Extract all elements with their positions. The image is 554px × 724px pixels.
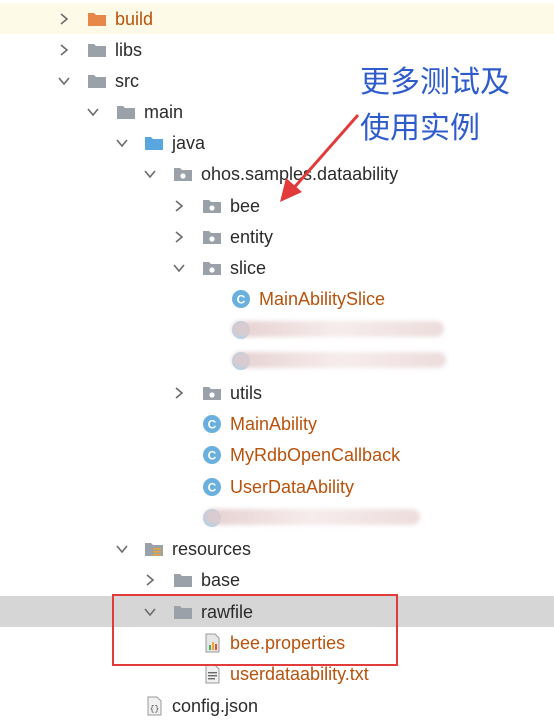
tree-row-main-ability-slice[interactable]: C MainAbilitySlice bbox=[0, 283, 554, 314]
chevron-right-icon[interactable] bbox=[57, 43, 71, 57]
tree-row-utils[interactable]: utils bbox=[0, 377, 554, 408]
json-file-icon: {} bbox=[144, 696, 164, 716]
chevron-right-icon[interactable] bbox=[143, 573, 157, 587]
tree-label: resources bbox=[172, 539, 252, 559]
tree-row-my-rdb-open-callback[interactable]: C MyRdbOpenCallback bbox=[0, 439, 554, 470]
tree-label: MyRdbOpenCallback bbox=[230, 445, 401, 465]
chevron-down-icon[interactable] bbox=[172, 261, 186, 275]
redacted-label bbox=[204, 509, 420, 525]
java-class-icon: C bbox=[202, 477, 222, 497]
svg-text:C: C bbox=[208, 449, 217, 463]
annotation-text: 更多测试及 使用实例 bbox=[360, 60, 550, 152]
tree-label: libs bbox=[115, 40, 143, 60]
tree-row-user-data-ability[interactable]: C UserDataAbility bbox=[0, 471, 554, 502]
tree-row-slice[interactable]: slice bbox=[0, 252, 554, 283]
tree-label: UserDataAbility bbox=[230, 477, 355, 497]
annotation-arrow bbox=[280, 114, 360, 202]
tree-row-config-json[interactable]: {} config.json bbox=[0, 690, 554, 721]
chevron-right-icon[interactable] bbox=[172, 230, 186, 244]
annotation-line: 使用实例 bbox=[360, 111, 480, 146]
package-icon bbox=[202, 383, 222, 403]
java-class-icon: C bbox=[231, 289, 251, 309]
java-class-icon: C bbox=[202, 414, 222, 434]
tree-label: src bbox=[115, 71, 139, 91]
chevron-right-icon[interactable] bbox=[172, 199, 186, 213]
tree-row-redacted[interactable] bbox=[0, 345, 554, 376]
chevron-right-icon[interactable] bbox=[57, 12, 71, 26]
folder-icon bbox=[116, 102, 136, 122]
tree-row-build[interactable]: build bbox=[0, 3, 554, 34]
svg-text:C: C bbox=[208, 418, 217, 432]
tree-label: base bbox=[201, 570, 241, 590]
highlight-box bbox=[112, 594, 398, 666]
package-icon bbox=[202, 227, 222, 247]
tree-label: userdataability.txt bbox=[230, 664, 369, 684]
svg-text:C: C bbox=[237, 293, 246, 307]
folder-source-icon bbox=[144, 133, 164, 153]
folder-resources-icon bbox=[144, 539, 164, 559]
tree-label: build bbox=[115, 9, 154, 29]
text-file-icon bbox=[202, 664, 222, 684]
tree-label: MainAbility bbox=[230, 414, 318, 434]
tree-row-redacted[interactable] bbox=[0, 502, 554, 533]
tree-row-redacted[interactable] bbox=[0, 314, 554, 345]
chevron-right-icon[interactable] bbox=[172, 386, 186, 400]
svg-text:{}: {} bbox=[150, 705, 160, 714]
tree-label: slice bbox=[230, 258, 267, 278]
redacted-label bbox=[232, 321, 444, 337]
chevron-down-icon[interactable] bbox=[115, 136, 129, 150]
package-icon bbox=[202, 196, 222, 216]
folder-icon bbox=[87, 71, 107, 91]
tree-label: MainAbilitySlice bbox=[259, 289, 386, 309]
tree-row-entity[interactable]: entity bbox=[0, 221, 554, 252]
tree-label: bee bbox=[230, 196, 261, 216]
package-icon bbox=[202, 258, 222, 278]
tree-label: java bbox=[172, 133, 206, 153]
folder-icon bbox=[87, 40, 107, 60]
tree-label: utils bbox=[230, 383, 263, 403]
tree-row-main-ability[interactable]: C MainAbility bbox=[0, 408, 554, 439]
chevron-down-icon[interactable] bbox=[115, 542, 129, 556]
tree-label: main bbox=[144, 102, 184, 122]
java-class-icon: C bbox=[202, 445, 222, 465]
svg-text:C: C bbox=[208, 481, 217, 495]
tree-label: config.json bbox=[172, 696, 259, 716]
annotation-line: 更多测试及 bbox=[360, 65, 510, 100]
tree-label: entity bbox=[230, 227, 274, 247]
folder-icon bbox=[173, 570, 193, 590]
tree-row-base[interactable]: base bbox=[0, 564, 554, 595]
chevron-down-icon[interactable] bbox=[86, 105, 100, 119]
tree-row-resources[interactable]: resources bbox=[0, 533, 554, 564]
redacted-label bbox=[232, 352, 446, 368]
chevron-down-icon[interactable] bbox=[143, 167, 157, 181]
chevron-down-icon[interactable] bbox=[57, 74, 71, 88]
folder-orange-icon bbox=[87, 9, 107, 29]
package-icon bbox=[173, 164, 193, 184]
